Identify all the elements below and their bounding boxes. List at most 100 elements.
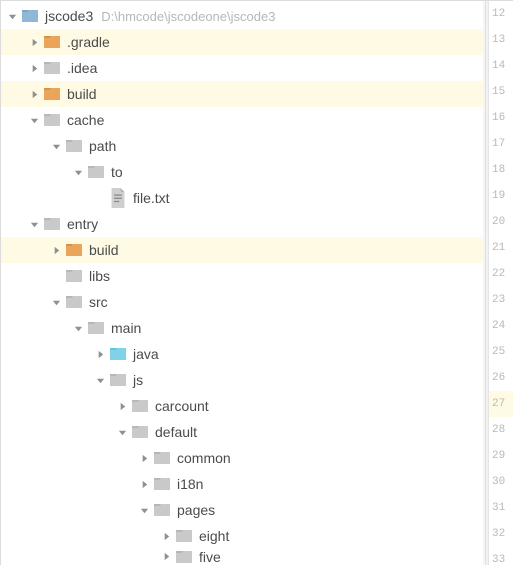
chevron-down-icon[interactable] xyxy=(71,165,85,179)
folder-icon xyxy=(87,164,105,180)
folder-icon xyxy=(131,398,149,414)
chevron-right-icon[interactable] xyxy=(27,87,41,101)
project-path: D:\hmcode\jscodeone\jscode3 xyxy=(101,9,275,24)
chevron-right-icon[interactable] xyxy=(27,61,41,75)
tree-row[interactable]: js xyxy=(1,367,485,393)
chevron-right-icon[interactable] xyxy=(27,35,41,49)
folder-icon xyxy=(65,294,83,310)
file-icon xyxy=(109,190,127,206)
indent xyxy=(5,380,93,381)
indent xyxy=(5,549,159,550)
folder-icon xyxy=(65,268,83,284)
tree-row[interactable]: build xyxy=(1,237,485,263)
tree-item-label: file.txt xyxy=(133,190,170,206)
indent xyxy=(5,276,49,277)
indent xyxy=(5,302,49,303)
tree-item-label: src xyxy=(89,294,108,310)
chevron-right-icon[interactable] xyxy=(49,243,63,257)
tree-row[interactable]: to xyxy=(1,159,485,185)
gutter-line-number: 30 xyxy=(486,469,513,495)
indent xyxy=(5,536,159,537)
folder-icon xyxy=(153,476,171,492)
chevron-right-icon[interactable] xyxy=(115,399,129,413)
folder-icon xyxy=(175,528,193,544)
chevron-down-icon[interactable] xyxy=(5,9,19,23)
folder-icon xyxy=(43,60,61,76)
chevron-right-icon[interactable] xyxy=(159,529,173,543)
tree-row[interactable]: i18n xyxy=(1,471,485,497)
tree-item-label: to xyxy=(111,164,123,180)
tree-row[interactable]: .gradle xyxy=(1,29,485,55)
folder-icon xyxy=(43,34,61,50)
folder-icon xyxy=(109,346,127,362)
tree-row[interactable]: common xyxy=(1,445,485,471)
chevron-down-icon[interactable] xyxy=(115,425,129,439)
editor-gutter: 1213141516171819202122232425262728293031… xyxy=(485,0,513,565)
indent xyxy=(5,458,137,459)
indent xyxy=(5,432,115,433)
chevron-right-icon[interactable] xyxy=(137,477,151,491)
chevron-right-icon[interactable] xyxy=(159,549,173,563)
gutter-line-number: 33 xyxy=(486,547,513,565)
tree-row[interactable]: build xyxy=(1,81,485,107)
tree-row[interactable]: jscode3 D:\hmcode\jscodeone\jscode3 xyxy=(1,3,485,29)
chevron-down-icon[interactable] xyxy=(27,113,41,127)
tree-row[interactable]: file.txt xyxy=(1,185,485,211)
gutter-line-number: 19 xyxy=(486,183,513,209)
indent xyxy=(5,354,93,355)
chevron-down-icon[interactable] xyxy=(93,373,107,387)
tree-item-label: .idea xyxy=(67,60,97,76)
tree-row[interactable]: libs xyxy=(1,263,485,289)
indent xyxy=(5,406,115,407)
tree-row[interactable]: java xyxy=(1,341,485,367)
tree-item-label: build xyxy=(67,86,97,102)
tree-item-label: common xyxy=(177,450,231,466)
tree-row[interactable]: carcount xyxy=(1,393,485,419)
tree-item-label: i18n xyxy=(177,476,203,492)
tree-row[interactable]: pages xyxy=(1,497,485,523)
indent xyxy=(5,146,49,147)
gutter-line-number: 24 xyxy=(486,313,513,339)
chevron-down-icon[interactable] xyxy=(49,295,63,309)
indent xyxy=(5,94,27,95)
tree-row[interactable]: src xyxy=(1,289,485,315)
indent xyxy=(5,198,93,199)
chevron-down-icon[interactable] xyxy=(71,321,85,335)
folder-icon xyxy=(131,424,149,440)
tree-item-label: jscode3 xyxy=(45,8,93,24)
tree-row[interactable]: cache xyxy=(1,107,485,133)
tree-row[interactable]: entry xyxy=(1,211,485,237)
indent xyxy=(5,328,71,329)
chevron-right-icon[interactable] xyxy=(137,451,151,465)
chevron-right-icon[interactable] xyxy=(93,347,107,361)
indent xyxy=(5,172,71,173)
indent xyxy=(5,224,27,225)
gutter-line-number: 18 xyxy=(486,157,513,183)
folder-icon xyxy=(87,320,105,336)
gutter-line-number: 25 xyxy=(486,339,513,365)
indent xyxy=(5,250,49,251)
indent xyxy=(5,120,27,121)
chevron-down-icon[interactable] xyxy=(27,217,41,231)
project-tree[interactable]: jscode3 D:\hmcode\jscodeone\jscode3 .gradl… xyxy=(0,0,485,565)
tree-item-label: js xyxy=(133,372,143,388)
folder-icon xyxy=(43,112,61,128)
tree-row[interactable]: path xyxy=(1,133,485,159)
tree-item-label: cache xyxy=(67,112,104,128)
tree-row[interactable]: main xyxy=(1,315,485,341)
indent xyxy=(5,484,137,485)
chevron-down-icon[interactable] xyxy=(49,139,63,153)
tree-row[interactable]: eight xyxy=(1,523,485,549)
tree-row[interactable]: .idea xyxy=(1,55,485,81)
indent xyxy=(5,68,27,69)
gutter-line-number: 14 xyxy=(486,53,513,79)
tree-row[interactable]: default xyxy=(1,419,485,445)
chevron-down-icon[interactable] xyxy=(137,503,151,517)
gutter-line-number: 28 xyxy=(486,417,513,443)
gutter-line-number: 16 xyxy=(486,105,513,131)
tree-row[interactable]: five xyxy=(1,549,485,563)
gutter-line-number: 29 xyxy=(486,443,513,469)
gutter-line-number: 22 xyxy=(486,261,513,287)
folder-icon xyxy=(43,216,61,232)
folder-icon xyxy=(65,138,83,154)
